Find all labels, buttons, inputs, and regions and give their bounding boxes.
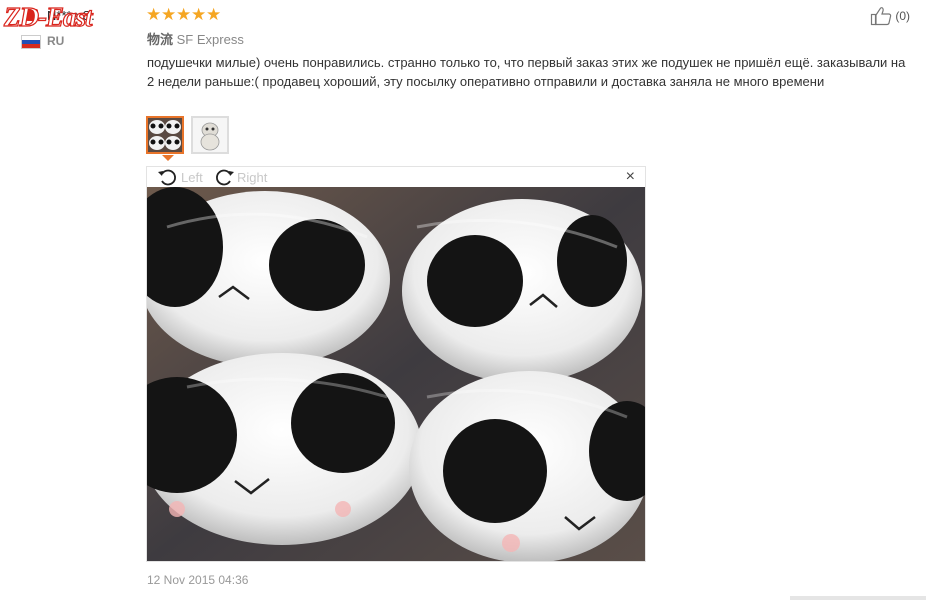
rotate-left-label: Left [181,169,203,185]
single-pillow-thumbnail-icon [193,118,227,152]
russia-flag-icon [21,35,41,49]
thumbnail-2[interactable] [191,116,229,154]
rotate-right-label: Right [237,169,268,185]
star-icon: ★ [161,5,177,24]
photo-thumbnails [146,116,229,154]
rotate-right-icon [216,169,234,186]
thumbnail-1[interactable] [146,116,184,154]
thumbs-up-icon [871,7,892,26]
rotate-left-icon [158,169,176,186]
selected-thumbnail-pointer [162,155,174,161]
reviewer-country: RU [47,34,65,48]
rating-stars: ★★★★★ [146,5,221,25]
panda-pillows-thumbnail-icon [148,118,182,152]
star-icon: ★ [176,5,192,24]
review-text: подушечки милые) очень понравились. стра… [147,55,906,89]
helpful-count: (0) [895,9,910,23]
star-icon: ★ [206,5,222,24]
shipping-info: 物流 SF Express [147,29,244,48]
star-icon: ★ [146,5,162,24]
shipping-method: SF Express [176,32,244,47]
review-timestamp: 12 Nov 2015 04:36 [147,573,249,587]
helpful-button[interactable]: (0) [870,6,910,26]
scrollbar-hint [790,596,926,600]
close-viewer-button[interactable]: × [626,169,635,185]
rotate-left-button[interactable]: Left [157,167,203,187]
viewer-toolbar: Left Right × [147,167,645,187]
panda-pillows-photo [147,187,645,561]
star-icon: ★ [191,5,207,24]
rotate-right-button[interactable]: Right [213,167,267,187]
watermark-logo: ZD-East [3,1,93,32]
photo-viewer: Left Right × [146,166,646,562]
review-photo [147,187,645,561]
shipping-label: 物流 [147,32,174,47]
